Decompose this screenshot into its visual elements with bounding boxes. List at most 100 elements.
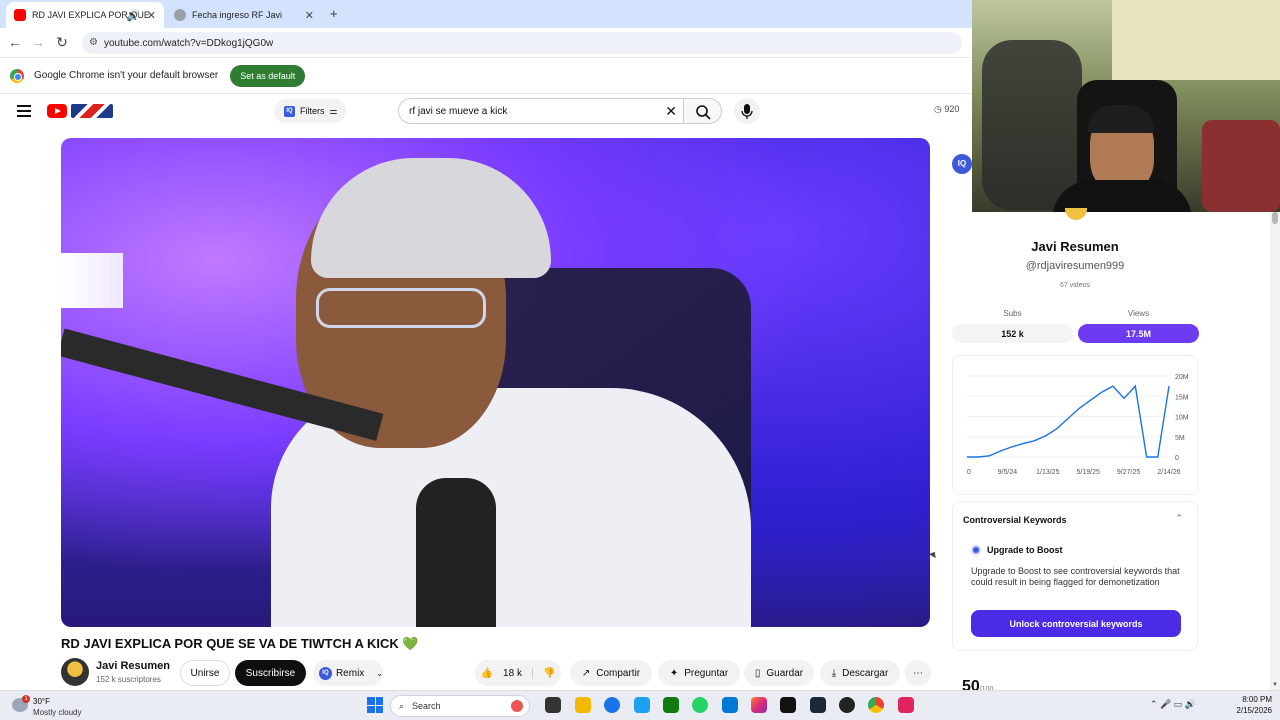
system-tray[interactable]: ⌃ 🎤 ▭ 🔊 [1150,699,1196,710]
windows-start-icon[interactable] [367,697,383,713]
subscribe-button[interactable]: Suscribirse [235,660,306,686]
clear-search-icon[interactable]: ✕ [665,103,677,120]
webcam-overlay [972,0,1280,212]
chrome-icon[interactable] [868,697,884,713]
unlock-keywords-button[interactable]: Unlock controversial keywords [971,610,1181,637]
twitter-icon[interactable] [634,697,650,713]
edge-icon[interactable] [604,697,620,713]
panel-channel-avatar [1065,208,1087,220]
iq-extension-icon[interactable]: IQ [952,154,972,174]
steam-icon[interactable] [810,697,826,713]
channel-name[interactable]: Javi Resumen [96,660,170,672]
header-views-value: 920 [944,104,960,114]
thumbs-down-icon[interactable]: 👎 [531,667,555,679]
channel-avatar[interactable] [61,658,89,686]
xbox-icon[interactable] [663,697,679,713]
page-scrollbar[interactable]: ▼ [1270,212,1280,690]
windows-taskbar: 1 30°F Mostly cloudy ⌕ Search ⌃ 🎤 ▭ 🔊 8:… [0,690,1280,720]
video-frame-element [311,158,551,278]
tiktok-pink-icon[interactable] [898,697,914,713]
search-button[interactable] [684,98,722,124]
ask-button[interactable]: ✦ Preguntar [658,660,740,686]
iq-icon: IQ [284,105,295,117]
default-browser-infobar: Google Chrome isn't your default browser… [0,58,972,94]
video-frame-element [316,288,486,328]
system-clock[interactable]: 8:00 PM 2/15/2026 [1228,694,1272,716]
panel-video-count: 67 videos [1060,282,1090,289]
like-count: 18 k [503,667,522,679]
views-label: Views [1127,309,1150,318]
store-icon[interactable] [722,697,738,713]
ask-label: Preguntar [684,667,729,679]
infobar-text: Google Chrome isn't your default browser [34,70,219,81]
remix-button[interactable]: IQ Remix ⌄ [313,660,383,686]
channel-subscribers: 152 k suscriptores [96,675,161,684]
close-tab-icon[interactable]: ✕ [147,9,156,22]
join-button[interactable]: Unirse [180,660,230,686]
chevron-down-icon[interactable]: ⌄ [376,669,383,678]
youtube-icon [14,9,26,21]
chevron-up-icon[interactable]: ⌃ [1175,513,1183,524]
app-icon[interactable] [839,697,855,713]
instagram-icon[interactable] [751,697,767,713]
taskbar-search-placeholder: Search [412,701,441,711]
scroll-down-icon[interactable]: ▼ [1270,682,1280,688]
save-label: Guardar [766,667,804,679]
tab-fecha[interactable]: Fecha ingreso RF Javi ✕ [166,2,322,28]
file-explorer-icon[interactable] [575,697,591,713]
search-highlight-icon [511,700,523,712]
new-tab-button[interactable]: + [330,6,338,21]
task-view-icon[interactable] [545,697,561,713]
bookmark-icon: ▯ [754,667,761,679]
site-info-icon[interactable]: ⚙ [89,37,98,48]
panel-channel-handle: @rdjaviresumen999 [1025,260,1125,272]
clock-time: 8:00 PM [1242,695,1272,704]
download-button[interactable]: ⤓ Descargar [820,660,900,686]
share-label: Compartir [596,667,641,679]
more-actions-button[interactable]: ⋯ [905,660,931,686]
webcam-element [1088,105,1154,133]
keywords-title: Controversial Keywords [963,515,1067,525]
forward-icon[interactable]: → [29,34,47,50]
taskbar-search[interactable]: ⌕ Search [390,695,530,717]
hamburger-menu-icon[interactable] [17,105,31,117]
like-button[interactable]: 👍 18 k 👎 [475,660,561,686]
globe-icon [174,9,186,21]
tiktok-icon[interactable] [780,697,796,713]
close-tab-icon[interactable]: ✕ [305,9,314,22]
video-player[interactable] [61,138,930,627]
chart-y-tick-label: 20M [1175,374,1189,381]
tab-youtube[interactable]: RD JAVI EXPLICA POR QUE 🔊 ✕ [6,2,164,28]
more-horizontal-icon: ⋯ [913,667,923,679]
views-stat-tab[interactable]: 17.5M [1078,324,1199,343]
video-title: RD JAVI EXPLICA POR QUE SE VA DE TIWTCH … [61,636,419,652]
filters-button[interactable]: IQ Filters ⚌ [274,99,346,123]
reload-icon[interactable]: ↻ [53,34,71,51]
views-chart-svg: 20M 15M 10M 5M 0 0 9/5/24 1/13/25 5/19/25 9/27/25… [967,374,1189,476]
tab-label: Fecha ingreso RF Javi [192,10,283,20]
search-input[interactable]: rf javi se mueve a kick ✕ [398,98,684,124]
scrollbar-thumb[interactable] [1272,212,1278,224]
weather-condition: Mostly cloudy [33,708,82,717]
mic-icon [741,104,753,119]
whatsapp-icon[interactable] [692,697,708,713]
clock-date: 2/15/2026 [1236,706,1272,715]
chart-y-tick-label: 15M [1175,394,1189,401]
url-field[interactable]: ⚙ youtube.com/watch?v=DDkog1jQG0w [82,32,962,54]
chart-x-tick-label: 1/13/25 [1036,469,1059,476]
video-frame-element [416,478,496,627]
subs-stat-tab[interactable]: 152 k [952,324,1073,343]
header-views-chip[interactable]: ◷ 920 [934,104,959,115]
share-button[interactable]: ↗ Compartir [570,660,652,686]
speaker-icon[interactable]: 🔊 [126,9,140,22]
set-default-button[interactable]: Set as default [230,64,306,87]
save-button[interactable]: ▯ Guardar [744,660,814,686]
subs-label: Subs [1003,309,1022,318]
search-icon [696,105,711,120]
chart-y-tick-label: 0 [1175,455,1179,462]
youtube-logo[interactable] [47,104,67,118]
upgrade-description: Upgrade to Boost to see controversial ke… [971,566,1180,587]
back-icon[interactable]: ← [6,34,24,50]
chart-x-tick-label: 9/5/24 [998,469,1018,476]
voice-search-button[interactable] [734,98,760,124]
